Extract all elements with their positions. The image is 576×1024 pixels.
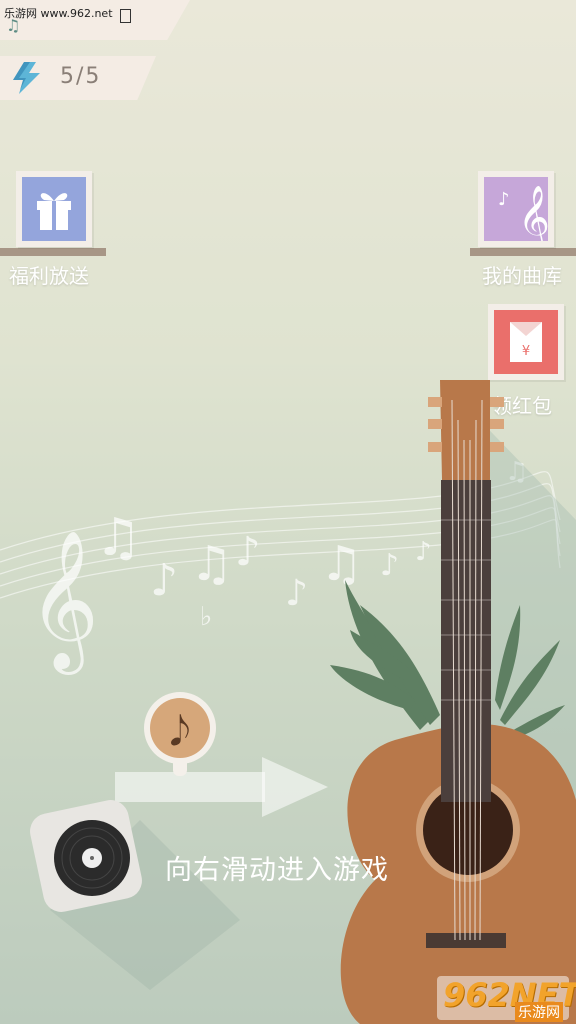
svg-text:♪: ♪ (235, 529, 261, 575)
swipe-handle[interactable]: 𝅘𝅥𝅮 (140, 688, 222, 776)
corner-watermark-sub: 乐游网 (515, 1002, 563, 1022)
svg-text:¥: ¥ (522, 344, 530, 359)
svg-text:♪: ♪ (498, 189, 510, 210)
shelf-right (470, 248, 576, 256)
shelf-left (0, 248, 106, 256)
music-note-logo-icon: ♫ (6, 16, 21, 35)
svg-text:𝄞: 𝄞 (28, 530, 99, 675)
gift-icon (37, 193, 71, 230)
svg-text:♫: ♫ (190, 536, 233, 592)
music-library-button[interactable]: 𝄞 ♪ (478, 171, 554, 251)
svg-text:♫: ♫ (95, 508, 142, 568)
svg-text:♪: ♪ (285, 573, 308, 614)
svg-text:♫: ♫ (320, 536, 363, 592)
gift-button[interactable] (16, 171, 92, 247)
energy-count: 5/5 (60, 64, 102, 89)
red-packet-button[interactable]: ¥ (488, 304, 564, 380)
svg-text:♪: ♪ (150, 555, 178, 606)
swipe-hint-text: 向右滑动进入游戏 (165, 855, 389, 886)
svg-text:♪: ♪ (380, 548, 399, 583)
music-note-icon: 𝄞 ♪ (498, 185, 550, 251)
music-library-label: 我的曲库 (482, 264, 562, 288)
vinyl-record-button[interactable] (26, 796, 146, 916)
svg-text:♭: ♭ (200, 602, 212, 632)
svg-text:♪: ♪ (415, 537, 432, 567)
svg-text:𝄞: 𝄞 (518, 185, 548, 241)
placeholder-glyph (120, 9, 131, 23)
note-handle-icon: 𝅘𝅥𝅮 (170, 709, 191, 755)
red-envelope-icon: ¥ (510, 322, 542, 362)
lightning-icon (13, 62, 40, 94)
gift-label: 福利放送 (9, 264, 89, 288)
swipe-arrow-head (262, 757, 328, 817)
